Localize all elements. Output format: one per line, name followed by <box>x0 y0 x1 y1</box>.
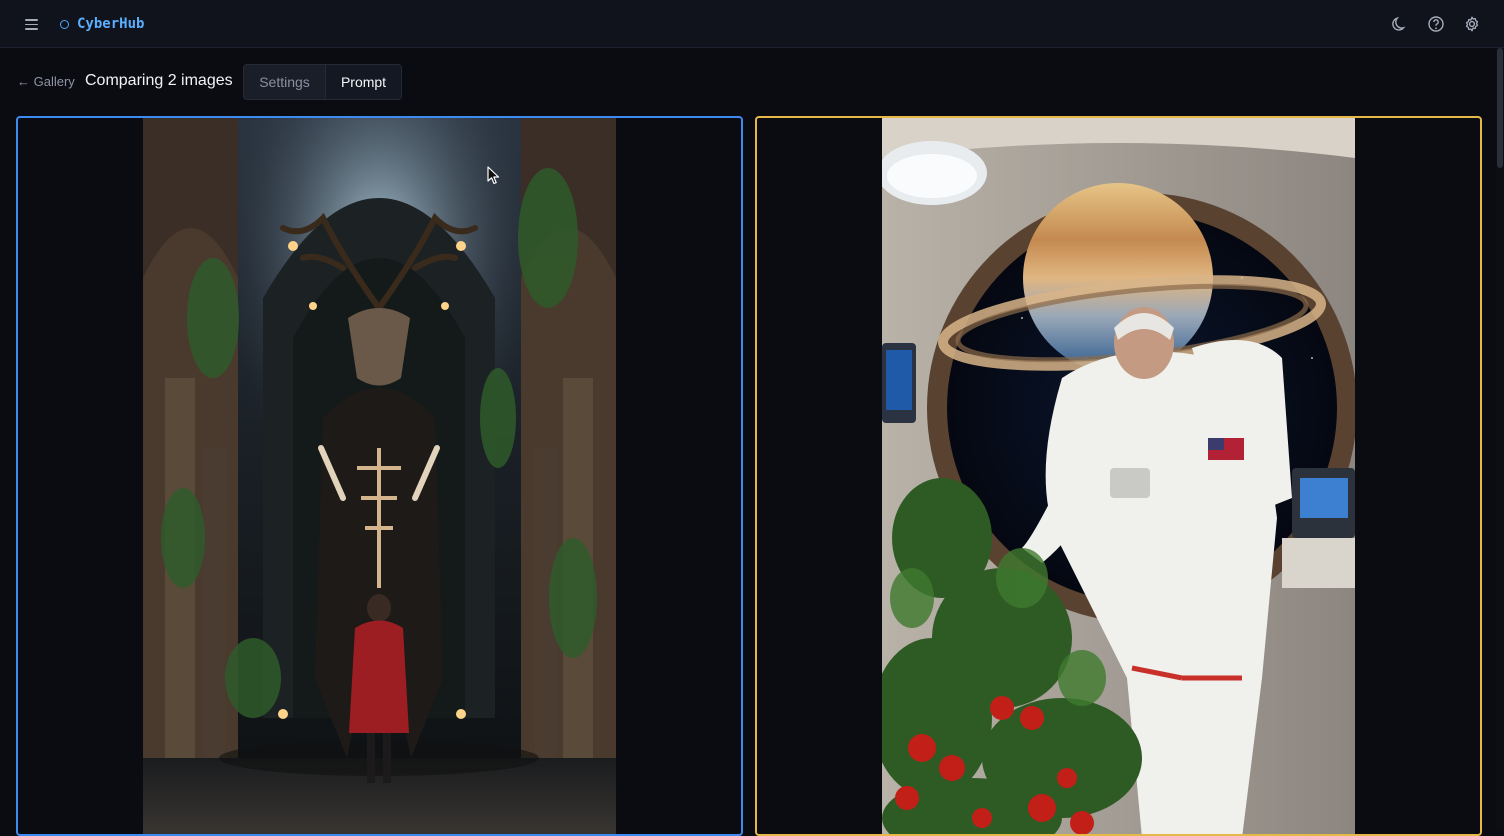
gear-icon[interactable] <box>1462 14 1482 34</box>
tab-settings[interactable]: Settings <box>244 65 325 99</box>
image-card-1[interactable] <box>16 116 743 836</box>
page-title: Comparing 2 images <box>85 72 233 89</box>
menu-icon[interactable] <box>22 14 42 34</box>
help-icon[interactable] <box>1426 14 1446 34</box>
image-card-2[interactable] <box>755 116 1482 836</box>
app-name: CyberHub <box>77 16 145 32</box>
view-tabs: Settings Prompt <box>243 64 402 100</box>
mouse-cursor-icon <box>487 166 500 185</box>
scrollbar-thumb[interactable] <box>1497 48 1503 168</box>
page-scrollbar[interactable] <box>1496 48 1504 831</box>
moon-icon[interactable] <box>1390 14 1410 34</box>
comparison-image-1[interactable] <box>143 118 616 834</box>
back-to-gallery-link[interactable]: ← Gallery <box>17 74 75 89</box>
logo-icon <box>60 19 69 29</box>
brand-logo[interactable]: CyberHub <box>60 14 144 34</box>
comparison-image-2[interactable] <box>882 118 1355 834</box>
tab-prompt[interactable]: Prompt <box>325 65 401 99</box>
top-navigation-bar: CyberHub <box>0 0 1504 48</box>
